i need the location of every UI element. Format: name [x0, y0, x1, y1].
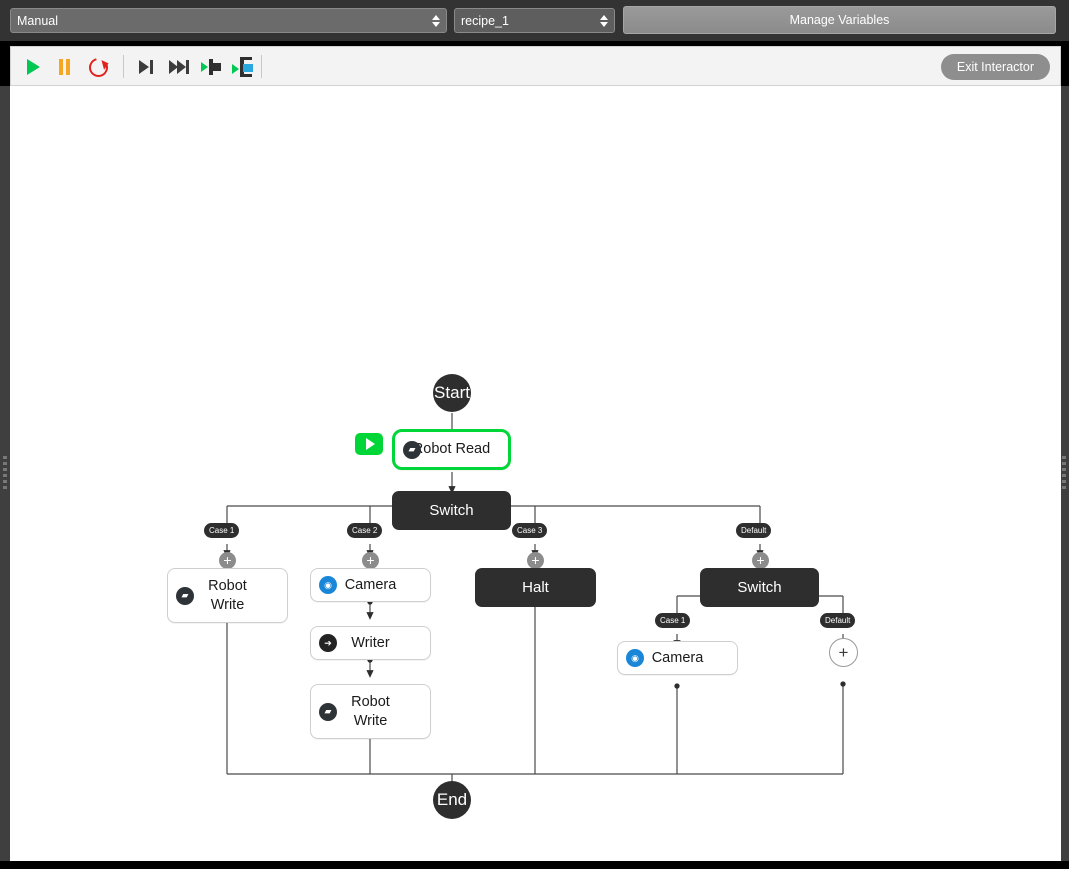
run-node-badge[interactable]	[355, 433, 383, 455]
add-node-button-case-2[interactable]: +	[362, 552, 379, 569]
node-label-line-1: Robot	[351, 694, 390, 711]
reset-icon	[85, 54, 112, 81]
left-splitter-handle[interactable]	[0, 86, 10, 861]
run-to-node-button[interactable]	[200, 55, 224, 79]
branch-tag-default-label: Default	[741, 526, 767, 535]
manage-variables-label: Manage Variables	[789, 13, 890, 27]
reset-button[interactable]	[85, 54, 112, 81]
branch-tag-case-3[interactable]: Case 3	[512, 523, 548, 538]
run-to-node-icon	[201, 62, 208, 72]
add-icon: +	[223, 552, 232, 568]
node-robot-write-2[interactable]: ▰ Robot Write	[310, 684, 431, 739]
robot-icon: ▰	[176, 586, 194, 605]
branch-tag-case-3-label: Case 3	[517, 526, 543, 535]
flow-connectors	[223, 413, 847, 798]
node-robot-write-1[interactable]: ▰ Robot Write	[167, 568, 288, 623]
branch-tag-nested-case-1[interactable]: Case 1	[655, 613, 691, 628]
add-node-button-case-3[interactable]: +	[527, 552, 544, 569]
pause-icon	[59, 59, 63, 75]
node-halt-label: Halt	[522, 579, 549, 596]
node-robot-read[interactable]: ▰ Robot Read	[392, 429, 511, 470]
flow-graph-canvas[interactable]: Start ▰ Robot Read Switch Case 1 Case 2 …	[10, 86, 1061, 861]
node-switch-nested-label: Switch	[737, 579, 782, 596]
node-label-line-2: Write	[353, 712, 388, 729]
add-icon: +	[531, 552, 540, 568]
play-icon	[27, 59, 40, 75]
node-label-line-2: Write	[210, 596, 245, 613]
chevron-updown-icon	[599, 13, 608, 29]
step-into-button[interactable]	[134, 55, 158, 79]
branch-tag-nested-case-1-label: Case 1	[660, 616, 686, 625]
start-node[interactable]: Start	[433, 374, 471, 412]
add-node-button-default[interactable]: +	[752, 552, 769, 569]
add-icon: +	[756, 552, 765, 568]
run-to-breakpoint-button[interactable]	[232, 55, 256, 79]
add-icon: +	[366, 552, 375, 568]
branch-tag-nested-default[interactable]: Default	[820, 613, 856, 628]
node-switch-main[interactable]: Switch	[392, 491, 511, 530]
step-over-icon-t2	[177, 60, 186, 74]
add-icon: +	[838, 642, 849, 662]
debug-toolbar: Exit Interactor	[10, 46, 1061, 86]
pause-icon-bar2	[66, 59, 70, 75]
start-node-label: Start	[434, 383, 470, 402]
end-node-label: End	[436, 790, 468, 809]
branch-tag-case-1-label: Case 1	[209, 526, 235, 535]
node-writer-1[interactable]: ➔ Writer	[310, 626, 431, 660]
add-node-button-case-1[interactable]: +	[219, 552, 236, 569]
manage-variables-button[interactable]: Manage Variables	[623, 6, 1056, 34]
splitter-grip-icon	[3, 455, 7, 492]
step-into-icon-bar	[150, 60, 153, 74]
recipe-select-value: recipe_1	[461, 13, 509, 28]
end-node[interactable]: End	[433, 781, 471, 819]
top-bar: Manual recipe_1 Manage Variables	[0, 0, 1069, 41]
robot-icon: ▰	[403, 440, 421, 459]
branch-tag-nested-default-label: Default	[825, 616, 851, 625]
splitter-grip-icon	[1062, 455, 1066, 492]
branch-tag-case-2-label: Case 2	[352, 526, 378, 535]
mode-select[interactable]: Manual	[10, 8, 447, 33]
mode-select-value: Manual	[17, 13, 58, 28]
step-into-icon	[139, 60, 149, 74]
recipe-select[interactable]: recipe_1	[454, 8, 615, 33]
chevron-updown-icon	[431, 13, 440, 29]
pause-button[interactable]	[53, 55, 77, 79]
camera-icon: ◉	[626, 649, 644, 667]
step-over-button[interactable]	[167, 55, 191, 79]
exit-interactor-label: Exit Interactor	[956, 60, 1034, 74]
branch-tag-default[interactable]: Default	[736, 523, 772, 538]
node-switch-nested[interactable]: Switch	[700, 568, 819, 607]
play-button[interactable]	[21, 55, 45, 79]
toolbar-separator-2	[261, 55, 262, 78]
robot-icon: ▰	[319, 702, 337, 721]
node-halt[interactable]: Halt	[475, 568, 596, 607]
add-node-button-nested-default[interactable]: +	[829, 638, 858, 667]
node-label-line-1: Robot	[208, 578, 247, 595]
run-to-node-icon-node	[212, 63, 221, 71]
node-camera-2[interactable]: ◉ Camera	[617, 641, 738, 675]
camera-icon: ◉	[319, 576, 337, 594]
branch-tag-case-1[interactable]: Case 1	[204, 523, 240, 538]
run-to-breakpoint-icon	[232, 64, 239, 74]
writer-icon: ➔	[319, 634, 337, 652]
exit-interactor-button[interactable]: Exit Interactor	[940, 54, 1050, 80]
node-camera-1[interactable]: ◉ Camera	[310, 568, 431, 602]
branch-tag-case-2[interactable]: Case 2	[347, 523, 383, 538]
run-to-breakpoint-icon-cap1	[241, 57, 252, 60]
toolbar-separator	[123, 55, 124, 78]
step-over-icon-bar	[186, 60, 189, 74]
run-to-breakpoint-icon-cap2	[241, 74, 252, 77]
node-switch-main-label: Switch	[429, 502, 474, 519]
run-to-breakpoint-icon-node	[243, 64, 253, 72]
